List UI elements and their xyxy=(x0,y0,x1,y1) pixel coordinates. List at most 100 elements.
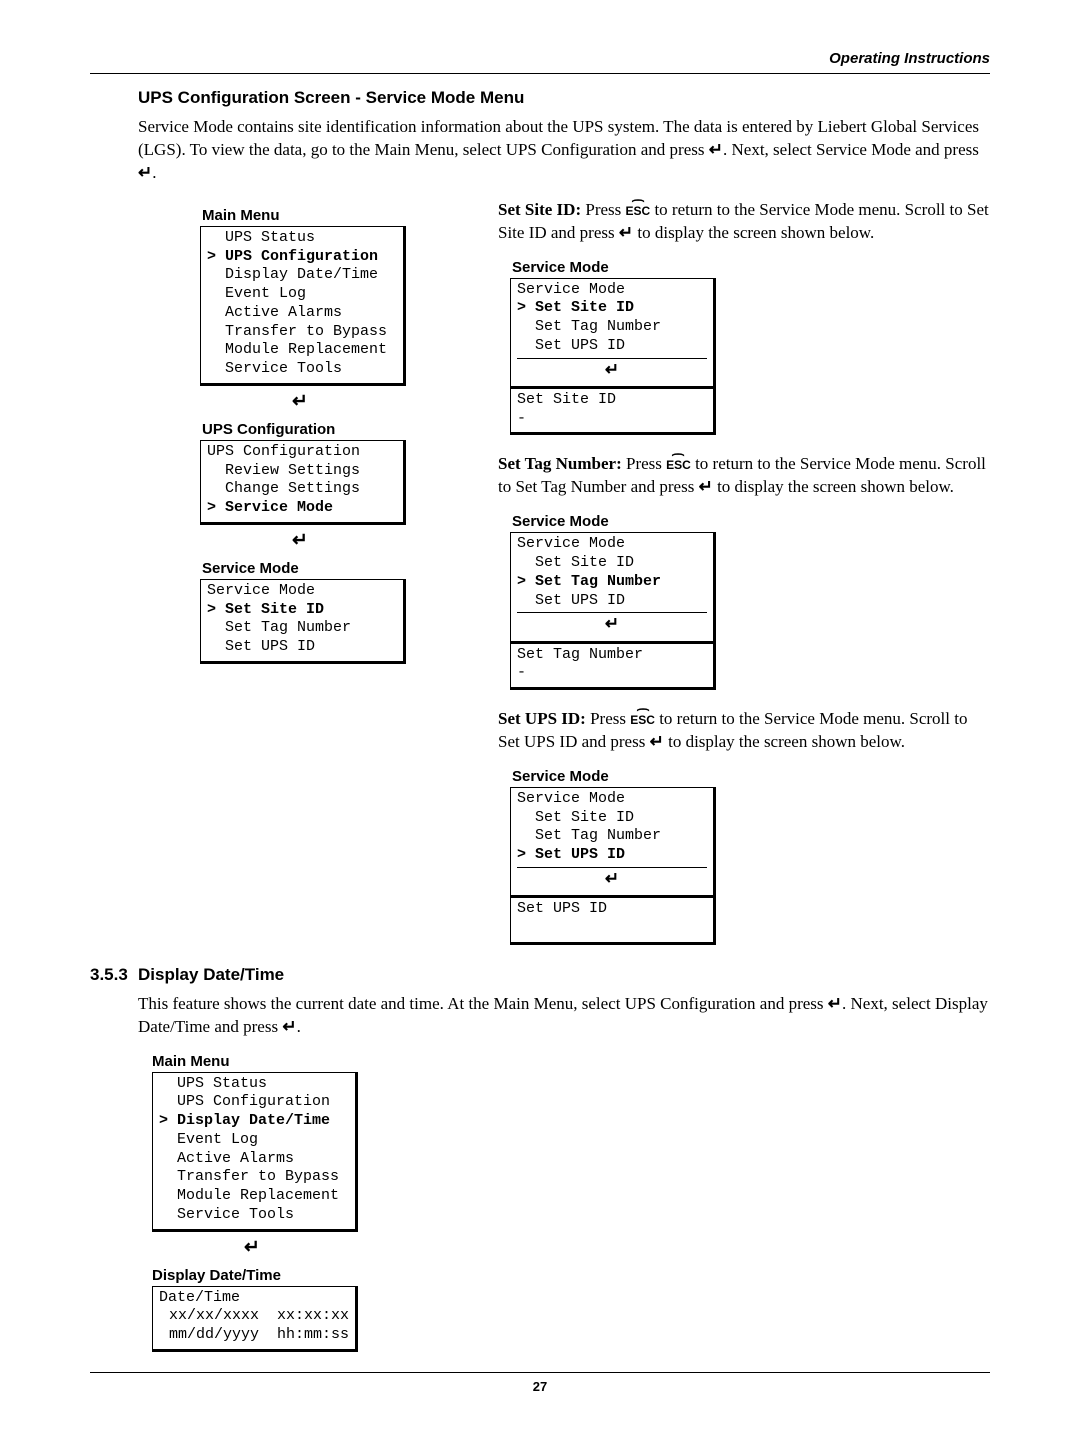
menu-item: Event Log xyxy=(207,285,397,304)
text-c: to display the screen shown below. xyxy=(713,477,954,496)
menu-item: Set UPS ID xyxy=(517,337,707,356)
section-title: Display Date/Time xyxy=(138,965,284,985)
esc-icon: ESC xyxy=(626,199,651,219)
main-menu-title: Main Menu xyxy=(202,207,438,224)
left-column: Main Menu UPS Status> UPS Configuration … xyxy=(138,199,438,664)
set-upsid-lead: Set UPS ID: xyxy=(498,709,586,728)
panel-header: Service Mode xyxy=(517,790,707,809)
header-rule xyxy=(90,73,990,74)
enter-icon: ↵ xyxy=(152,1236,352,1259)
esc-icon: ESC xyxy=(630,708,655,728)
menu-item: UPS Configuration xyxy=(159,1093,349,1112)
panel-header: UPS Configuration xyxy=(207,443,397,462)
right-column: Set Site ID: Press ESC to return to the … xyxy=(498,199,990,945)
menu-item: Active Alarms xyxy=(207,304,397,323)
set-tag-lead: Set Tag Number: xyxy=(498,454,622,473)
menu-item: Event Log xyxy=(159,1131,349,1150)
result-sub: - xyxy=(517,410,707,429)
menu-item: Review Settings xyxy=(207,462,397,481)
section-number: 3.5.3 xyxy=(90,965,138,985)
enter-icon: ↵ xyxy=(138,163,152,182)
display-date-time-title: Display Date/Time xyxy=(152,1267,990,1284)
menu-item: Set Tag Number xyxy=(207,619,397,638)
menu-item: > Set Site ID xyxy=(517,299,707,318)
result-line: Set UPS ID xyxy=(517,900,707,919)
menu-item: Change Settings xyxy=(207,480,397,499)
footer-rule xyxy=(90,1372,990,1373)
enter-icon: ↵ xyxy=(709,140,723,159)
text-c: . xyxy=(297,1017,301,1036)
text-a: This feature shows the current date and … xyxy=(138,994,828,1013)
enter-icon: ↵ xyxy=(282,1017,296,1036)
service-mode-title: Service Mode xyxy=(512,259,990,276)
menu-item: > Display Date/Time xyxy=(159,1112,349,1131)
enter-icon: ↵ xyxy=(619,223,633,242)
menu-item: Transfer to Bypass xyxy=(159,1168,349,1187)
menu-item: UPS Status xyxy=(207,229,397,248)
menu-item: Transfer to Bypass xyxy=(207,323,397,342)
panel-header: Service Mode xyxy=(207,582,397,601)
service-mode-tag-panel: Service Mode Set Site ID> Set Tag Number… xyxy=(510,532,716,643)
text-c: to display the screen shown below. xyxy=(664,732,905,751)
menu-item: Set UPS ID xyxy=(207,638,397,657)
menu-item: Service Tools xyxy=(207,360,397,379)
section-3-5-3-heading: 3.5.3 Display Date/Time xyxy=(90,965,990,985)
service-mode-title: Service Mode xyxy=(202,560,438,577)
main-menu-title: Main Menu xyxy=(152,1053,990,1070)
display-date-time-paragraph: This feature shows the current date and … xyxy=(138,993,990,1039)
menu-item: > Set Tag Number xyxy=(517,573,707,592)
enter-icon: ↵ xyxy=(200,529,400,552)
text-a: Press xyxy=(622,454,666,473)
menu-item: Set UPS ID xyxy=(517,592,707,611)
menu-item: Display Date/Time xyxy=(207,266,397,285)
date-time-panel: Date/Time xx/xx/xxxx xx:xx:xx mm/dd/yyyy… xyxy=(152,1286,358,1352)
section-title-service-mode: UPS Configuration Screen - Service Mode … xyxy=(138,88,990,108)
enter-icon: ↵ xyxy=(517,612,707,636)
panel-header: Date/Time xyxy=(159,1289,349,1308)
result-sub: - xyxy=(517,664,707,683)
enter-icon: ↵ xyxy=(650,732,664,751)
menu-item: Module Replacement xyxy=(159,1187,349,1206)
panel-header: Service Mode xyxy=(517,535,707,554)
menu-item: > Set UPS ID xyxy=(517,846,707,865)
result-panel: Set Site ID - xyxy=(510,389,716,436)
running-header: Operating Instructions xyxy=(90,50,990,73)
enter-icon: ↵ xyxy=(517,867,707,891)
intro-text-c: . xyxy=(152,163,156,182)
enter-icon: ↵ xyxy=(200,390,400,413)
result-panel: Set Tag Number - xyxy=(510,644,716,691)
main-menu-panel: UPS Status> UPS Configuration Display Da… xyxy=(200,226,406,386)
set-tag-number-paragraph: Set Tag Number: Press ESC to return to t… xyxy=(498,453,990,499)
text-a: Press xyxy=(581,200,625,219)
menu-item: > UPS Configuration xyxy=(207,248,397,267)
set-site-id-paragraph: Set Site ID: Press ESC to return to the … xyxy=(498,199,990,245)
ups-configuration-title: UPS Configuration xyxy=(202,421,438,438)
menu-item: Service Tools xyxy=(159,1206,349,1225)
menu-item: Active Alarms xyxy=(159,1150,349,1169)
menu-item: UPS Status xyxy=(159,1075,349,1094)
enter-icon: ↵ xyxy=(517,358,707,382)
menu-item: Set Tag Number xyxy=(517,318,707,337)
service-mode-site-panel: Service Mode > Set Site ID Set Tag Numbe… xyxy=(510,278,716,389)
result-line: Set Site ID xyxy=(517,391,707,410)
menu-item: > Service Mode xyxy=(207,499,397,518)
menu-item: Set Site ID xyxy=(517,554,707,573)
intro-paragraph: Service Mode contains site identificatio… xyxy=(138,116,990,185)
set-ups-id-paragraph: Set UPS ID: Press ESC to return to the S… xyxy=(498,708,990,754)
panel-header: Service Mode xyxy=(517,281,707,300)
menu-item: > Set Site ID xyxy=(207,601,397,620)
esc-icon: ESC xyxy=(666,453,691,473)
date-time-line1: xx/xx/xxxx xx:xx:xx xyxy=(159,1307,349,1326)
text-c: to display the screen shown below. xyxy=(633,223,874,242)
text-a: Press xyxy=(586,709,630,728)
enter-icon: ↵ xyxy=(828,994,842,1013)
intro-text-b: . Next, select Service Mode and press xyxy=(723,140,979,159)
menu-item: Set Site ID xyxy=(517,809,707,828)
menu-item: Set Tag Number xyxy=(517,827,707,846)
date-time-line2: mm/dd/yyyy hh:mm:ss xyxy=(159,1326,349,1345)
result-sub xyxy=(517,919,707,938)
manual-page: Operating Instructions UPS Configuration… xyxy=(0,0,1080,1434)
page-number: 27 xyxy=(90,1379,990,1394)
result-line: Set Tag Number xyxy=(517,646,707,665)
result-panel: Set UPS ID xyxy=(510,898,716,945)
